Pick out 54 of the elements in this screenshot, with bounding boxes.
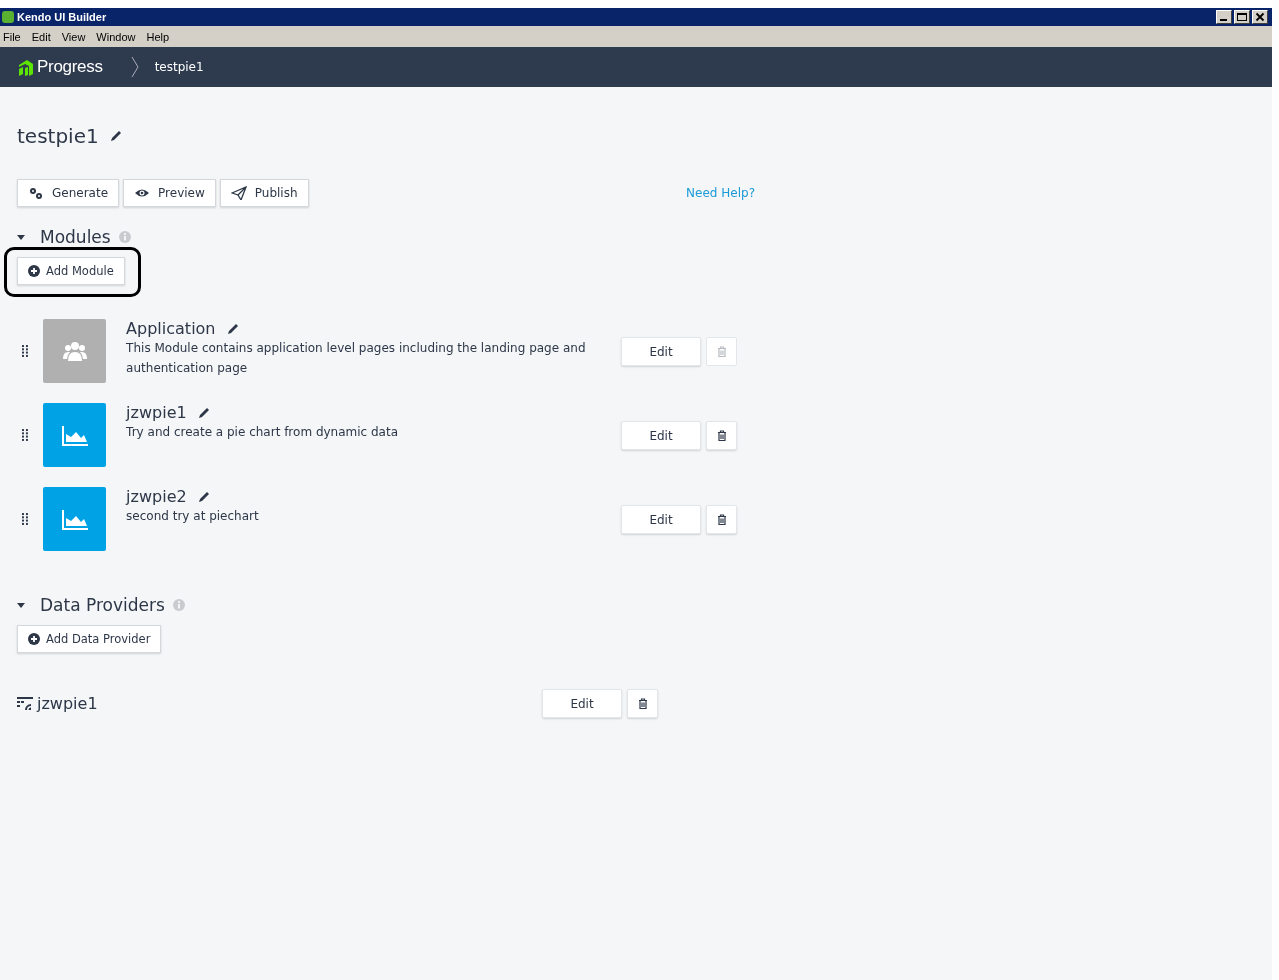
window-title: Kendo UI Builder — [17, 11, 108, 23]
trash-icon — [715, 513, 728, 526]
module-description: Try and create a pie chart from dynamic data — [126, 424, 400, 441]
data-provider-name: jzwpie1 — [37, 694, 99, 713]
delete-button[interactable] — [627, 689, 658, 718]
app-logo-icon — [2, 11, 14, 23]
info-icon — [118, 231, 131, 243]
close-icon — [1252, 10, 1268, 24]
preview-button[interactable]: Preview — [123, 179, 216, 207]
trash-icon — [715, 345, 728, 358]
maximize-icon — [1234, 10, 1250, 24]
drag-handle-icon — [22, 345, 28, 357]
publish-icon — [230, 186, 247, 200]
section-title: Data Providers — [40, 595, 165, 615]
trash-icon — [715, 429, 728, 442]
menu-item[interactable]: Window — [93, 30, 140, 43]
delete-button[interactable] — [706, 505, 737, 534]
publish-button[interactable]: Publish — [219, 179, 309, 207]
plus-circle-icon — [28, 265, 40, 277]
add-button[interactable]: Add Data Provider — [17, 625, 162, 653]
info-icon — [172, 599, 185, 611]
edit-button[interactable]: Edit — [621, 421, 701, 450]
module-description: second try at piechart — [126, 508, 260, 525]
breadcrumb-item[interactable]: testpie1 — [154, 60, 204, 74]
delete-button[interactable] — [706, 421, 737, 450]
plus-circle-icon — [28, 633, 40, 645]
menu-item[interactable]: View — [58, 30, 90, 43]
data-provider-icon — [17, 697, 33, 710]
module-name: Application — [126, 319, 216, 338]
edit-button[interactable]: Edit — [542, 689, 622, 718]
edit-button[interactable]: Edit — [621, 505, 701, 534]
minimize-icon — [1216, 10, 1232, 24]
pencil-icon — [196, 405, 211, 420]
app-name: testpie1 — [17, 124, 99, 148]
logo-icon — [17, 58, 35, 76]
menu-item[interactable]: File — [0, 30, 25, 43]
menu-item[interactable]: Edit — [28, 30, 55, 43]
menu-item[interactable]: Help — [143, 30, 174, 43]
generate-icon — [28, 186, 44, 200]
pencil-icon — [196, 489, 211, 504]
chevron-icon — [130, 56, 139, 78]
module-name: jzwpie1 — [126, 403, 187, 422]
module-description: This Module contains application level pages including the landing page and authentication page — [126, 340, 587, 377]
section-title: Modules — [40, 227, 111, 247]
edit-button[interactable]: Edit — [621, 337, 701, 366]
module-name: jzwpie2 — [126, 487, 187, 506]
pencil-icon — [225, 321, 240, 336]
generate-button[interactable]: Generate — [17, 179, 120, 207]
pencil-icon — [108, 129, 123, 143]
drag-handle-icon — [22, 429, 28, 441]
trash-icon — [636, 697, 649, 710]
drag-handle-icon — [22, 513, 28, 525]
add-button[interactable]: Add Module — [17, 257, 125, 285]
logo-text: Progress — [37, 57, 103, 77]
